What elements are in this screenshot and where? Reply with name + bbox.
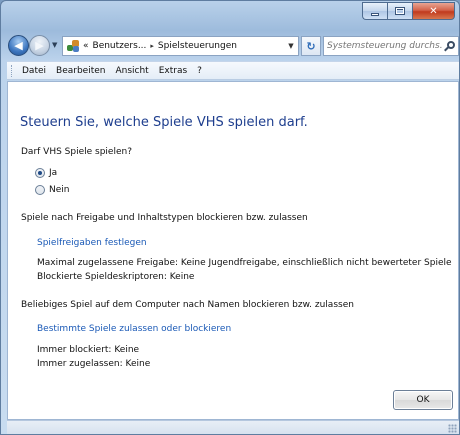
window: ✕ ◀ ▶ ▼ « Benutzers... ▸ Spielsteuerunge… xyxy=(0,0,460,435)
menu-grip xyxy=(11,64,14,77)
ok-button[interactable]: OK xyxy=(393,390,453,410)
menu-item-bearbeiten[interactable]: Bearbeiten xyxy=(56,66,105,76)
breadcrumb-separator-icon[interactable]: ▸ xyxy=(150,42,154,50)
control-panel-icon xyxy=(66,39,80,53)
address-dropdown-icon[interactable]: ▼ xyxy=(284,42,298,50)
radio-ja[interactable] xyxy=(35,168,45,178)
search-icon[interactable] xyxy=(444,40,455,52)
forward-arrow-icon: ▶ xyxy=(35,39,44,52)
blocked-descriptors-info: Blockierte Spieldeskriptoren: Keine xyxy=(37,272,195,282)
forward-button[interactable]: ▶ xyxy=(29,35,50,56)
maximize-icon xyxy=(395,7,405,15)
menu-item-extras[interactable]: Extras xyxy=(159,66,187,76)
page-title: Steuern Sie, welche Spiele VHS spielen d… xyxy=(20,115,308,130)
maximize-button[interactable] xyxy=(387,2,412,20)
radio-ja-label[interactable]: Ja xyxy=(49,168,57,178)
max-rating-info: Maximal zugelassene Freigabe: Keine Juge… xyxy=(37,258,452,268)
back-button[interactable]: ◀ xyxy=(8,35,29,56)
close-button[interactable]: ✕ xyxy=(412,2,455,20)
minimize-button[interactable] xyxy=(362,2,387,20)
always-blocked-info: Immer blockiert: Keine xyxy=(37,345,140,355)
resize-grip-icon[interactable] xyxy=(448,424,457,433)
breadcrumb-item[interactable]: Benutzers... xyxy=(93,41,147,51)
section-games-title: Beliebiges Spiel auf dem Computer nach N… xyxy=(21,300,354,310)
always-allowed-info: Immer zugelassen: Keine xyxy=(37,359,151,369)
allow-block-games-link[interactable]: Bestimmte Spiele zulassen oder blockiere… xyxy=(37,324,231,334)
recent-pages-dropdown-icon[interactable]: ▼ xyxy=(52,41,57,49)
search-input[interactable] xyxy=(327,41,442,51)
close-icon: ✕ xyxy=(429,5,438,17)
back-arrow-icon: ◀ xyxy=(14,39,23,52)
section-rating-title: Spiele nach Freigabe und Inhaltstypen bl… xyxy=(21,213,308,223)
refresh-button[interactable]: ↻ xyxy=(301,36,321,56)
breadcrumb: « Benutzers... ▸ Spielsteuerungen xyxy=(83,41,237,51)
menu-item-datei[interactable]: Datei xyxy=(22,66,46,76)
menu-bar: Datei Bearbeiten Ansicht Extras ? xyxy=(7,61,459,80)
breadcrumb-overflow[interactable]: « xyxy=(83,41,89,51)
caption-buttons: ✕ xyxy=(362,2,455,20)
radio-nein-label[interactable]: Nein xyxy=(49,185,69,195)
status-bar xyxy=(7,420,459,434)
content-pane: Steuern Sie, welche Spiele VHS spielen d… xyxy=(7,81,459,420)
menu-item-ansicht[interactable]: Ansicht xyxy=(115,66,148,76)
navigation-bar: ◀ ▶ ▼ « Benutzers... ▸ Spielsteuerungen … xyxy=(7,34,459,58)
radio-nein[interactable] xyxy=(35,185,45,195)
set-game-ratings-link[interactable]: Spielfreigaben festlegen xyxy=(37,238,147,248)
address-bar[interactable]: « Benutzers... ▸ Spielsteuerungen ▼ xyxy=(62,36,299,56)
minimize-icon xyxy=(371,12,379,16)
question-label: Darf VHS Spiele spielen? xyxy=(21,147,132,157)
refresh-icon: ↻ xyxy=(306,39,316,53)
menu-item-help[interactable]: ? xyxy=(197,66,202,76)
search-box xyxy=(323,36,459,56)
breadcrumb-item[interactable]: Spielsteuerungen xyxy=(158,41,237,51)
